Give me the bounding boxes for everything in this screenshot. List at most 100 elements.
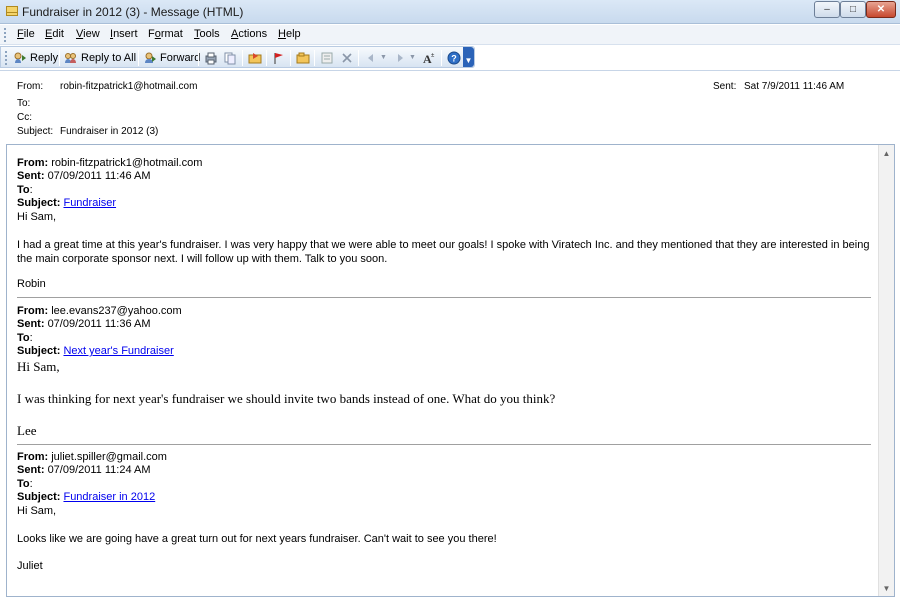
msg-signature: Juliet <box>17 560 43 573</box>
previous-dropdown-icon[interactable]: ▼ <box>380 51 394 65</box>
to-label: To: <box>17 98 31 109</box>
reply-icon <box>14 52 26 63</box>
toolbar-separator <box>59 50 60 66</box>
msg-subject-link[interactable]: Fundraiser in 2012 <box>63 491 155 503</box>
msg-greeting: Hi Sam, <box>17 358 60 374</box>
quoted-message-3: From: juliet.spiller@gmail.com Sent: 07/… <box>17 451 871 573</box>
menu-bar: File Edit View Insert Format Tools Actio… <box>0 25 900 45</box>
msg-body-text: I was thinking for next year's fundraise… <box>17 390 556 406</box>
msg-sent-line: Sent: 07/09/2011 11:46 AM <box>17 170 151 183</box>
menu-grip[interactable] <box>4 28 7 42</box>
msg-to-line: To: <box>17 331 33 344</box>
menu-edit[interactable]: Edit <box>45 28 64 40</box>
msg-from-line: From: juliet.spiller@gmail.com <box>17 451 167 463</box>
from-value[interactable]: robin-fitzpatrick1@hotmail.com <box>60 81 197 92</box>
toolbar-separator <box>198 50 199 66</box>
window-title: Fundraiser in 2012 (3) - Message (HTML) <box>22 5 244 19</box>
toolbar-separator <box>242 50 243 66</box>
toolbar-separator <box>138 50 139 66</box>
next-item-icon[interactable] <box>393 51 407 65</box>
toolbar-grip[interactable] <box>5 51 8 65</box>
next-dropdown-icon[interactable]: ▼ <box>409 51 423 65</box>
forward-button[interactable]: Forward <box>143 50 200 66</box>
msg-subject-link[interactable]: Fundraiser <box>63 197 116 209</box>
subject-label: Subject: <box>17 126 54 137</box>
scroll-down-icon[interactable]: ▼ <box>879 582 894 596</box>
svg-text:±: ± <box>431 53 435 59</box>
junk-icon[interactable] <box>320 51 334 65</box>
menu-actions[interactable]: Actions <box>231 28 267 40</box>
sent-label: Sent: <box>713 81 737 92</box>
toolbar-separator <box>358 50 359 66</box>
message-divider <box>17 297 871 298</box>
menu-help[interactable]: Help <box>278 28 301 40</box>
standard-toolbar: Reply Reply to All Forward ▼ ▼ A ± ? ▼ <box>0 46 475 68</box>
msg-sent-line: Sent: 07/09/2011 11:24 AM <box>17 464 151 477</box>
message-header: From: robin-fitzpatrick1@hotmail.com To:… <box>0 70 900 142</box>
scroll-up-icon[interactable]: ▲ <box>879 147 894 161</box>
close-button[interactable]: ✕ <box>866 1 896 18</box>
delete-icon[interactable] <box>340 51 354 65</box>
previous-item-icon[interactable] <box>364 51 378 65</box>
menu-insert[interactable]: Insert <box>110 28 138 40</box>
menu-file[interactable]: File <box>17 28 35 40</box>
msg-from: robin-fitzpatrick1@hotmail.com <box>51 157 203 169</box>
msg-sent: 07/09/2011 11:24 AM <box>47 464 151 477</box>
msg-subject-link[interactable]: Next year's Fundraiser <box>63 345 173 357</box>
msg-greeting: Hi Sam, <box>17 504 57 517</box>
categorize-icon[interactable] <box>296 51 310 65</box>
sent-value: Sat 7/9/2011 11:46 AM <box>744 81 845 92</box>
forward-label: Forward <box>160 52 201 64</box>
svg-text:?: ? <box>451 54 457 64</box>
quoted-message-1: From: robin-fitzpatrick1@hotmail.com Sen… <box>17 157 871 291</box>
menu-format[interactable]: Format <box>148 28 183 40</box>
msg-from-line: From: robin-fitzpatrick1@hotmail.com <box>17 157 203 169</box>
reply-all-label: Reply to All <box>81 52 137 64</box>
msg-signature: Lee <box>17 422 37 438</box>
reply-all-icon <box>65 53 76 63</box>
message-body[interactable]: From: robin-fitzpatrick1@hotmail.com Sen… <box>6 144 895 597</box>
msg-signature: Robin <box>17 278 46 291</box>
print-icon[interactable] <box>204 51 218 65</box>
minimize-button[interactable]: – <box>814 1 840 18</box>
msg-from: lee.evans237@yahoo.com <box>51 305 182 317</box>
subject-value: Fundraiser in 2012 (3) <box>60 126 159 137</box>
flag-icon[interactable] <box>272 51 286 65</box>
msg-sent: 07/09/2011 11:46 AM <box>47 170 151 183</box>
help-icon[interactable]: ? <box>447 51 461 65</box>
vertical-scrollbar[interactable]: ▲ ▼ <box>878 145 894 596</box>
message-divider <box>17 444 871 445</box>
msg-subject-line: Subject: Fundraiser in 2012 <box>17 491 156 504</box>
copy-icon[interactable] <box>223 51 237 65</box>
toolbar-separator <box>314 50 315 66</box>
reply-all-button[interactable]: Reply to All <box>64 50 136 66</box>
title-bar: Fundraiser in 2012 (3) - Message (HTML) … <box>0 0 900 24</box>
msg-subject-line: Subject: Next year's Fundraiser <box>17 345 174 358</box>
forward-icon <box>145 52 156 63</box>
msg-from-line: From: lee.evans237@yahoo.com <box>17 305 182 317</box>
toolbar-options-icon[interactable]: ▼ <box>463 47 474 67</box>
msg-body-text: Looks like we are going have a great tur… <box>17 533 497 546</box>
menu-view[interactable]: View <box>76 28 100 40</box>
reply-button[interactable]: Reply <box>13 50 58 66</box>
msg-sent-line: Sent: 07/09/2011 11:36 AM <box>17 318 151 331</box>
msg-from: juliet.spiller@gmail.com <box>51 451 167 463</box>
move-to-folder-icon[interactable] <box>248 51 262 65</box>
msg-greeting: Hi Sam, <box>17 210 57 223</box>
msg-sent: 07/09/2011 11:36 AM <box>47 318 151 331</box>
msg-to-line: To: <box>17 477 33 490</box>
maximize-button[interactable]: □ <box>840 1 866 18</box>
toolbar-separator <box>290 50 291 66</box>
envelope-icon <box>6 6 18 16</box>
toolbar-separator <box>266 50 267 66</box>
msg-subject-line: Subject: Fundraiser <box>17 197 117 210</box>
menu-tools[interactable]: Tools <box>194 28 220 40</box>
font-size-icon[interactable]: A ± <box>422 51 436 65</box>
toolbar-separator <box>441 50 442 66</box>
msg-body-text: I had a great time at this year's fundra… <box>17 239 870 266</box>
cc-label: Cc: <box>17 112 32 123</box>
msg-to-line: To: <box>17 183 33 196</box>
from-label: From: <box>17 81 44 92</box>
reply-label: Reply <box>30 52 59 64</box>
quoted-message-2: From: lee.evans237@yahoo.com Sent: 07/09… <box>17 305 871 439</box>
